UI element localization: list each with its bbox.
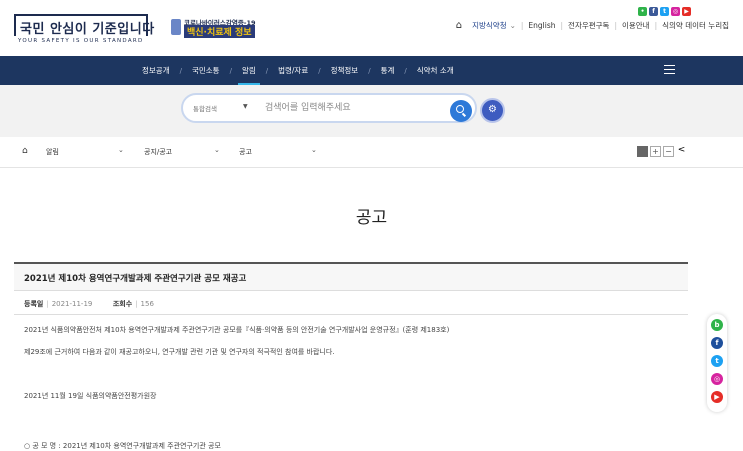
date-label: 등록일 (24, 300, 44, 308)
search-input[interactable] (265, 100, 445, 116)
post-date: 2021-11-19 (51, 300, 93, 308)
notice-line: ○ 공 모 명 : 2021년 제10차 용역연구개발과제 주관연구기관 공모 (24, 442, 221, 450)
post-body: 2021년 식품의약품안전처 제10차 용역연구개발과제 주관연구기관 공모를『… (14, 315, 688, 402)
nav-item-about[interactable]: 식약처 소개 (407, 65, 464, 76)
search-area: 통합검색 ▼ (0, 85, 743, 137)
nav-items: 정보공개 / 국민소통 / 알림 / 법령/자료 / 정책정보 / 통계 / 식… (132, 56, 464, 85)
util-link-english[interactable]: English (528, 21, 555, 30)
body-paragraph: 2021년 식품의약품안전처 제10차 용역연구개발과제 주관연구기관 공모를『… (24, 326, 450, 334)
site-logo[interactable]: 국민 안심이 기준입니다 YOUR SAFETY IS OUR STANDARD (14, 14, 154, 44)
post-title: 2021년 제10차 용역연구개발과제 주관연구기관 공모 재공고 (14, 262, 688, 291)
divider: | (654, 21, 658, 30)
twitter-icon[interactable]: t (660, 7, 669, 16)
nav-item-notice[interactable]: 알림 (232, 65, 266, 85)
breadcrumb-item-announcements[interactable]: 공지/공고 (144, 147, 172, 157)
breadcrumb: ⌂ 알림 ⌄ 공지/공고 ⌄ 공고 ⌄ + − < (0, 137, 743, 168)
home-icon[interactable]: ⌂ (22, 146, 28, 156)
print-icon[interactable] (637, 146, 648, 157)
post-meta: 등록일 | 2021-11-19 조회수 | 156 (14, 291, 688, 315)
vaccine-icon (171, 19, 181, 35)
main-nav: 정보공개 / 국민소통 / 알림 / 법령/자료 / 정책정보 / 통계 / 식… (0, 56, 743, 85)
util-link-email-subscribe[interactable]: 전자우편구독 (568, 20, 609, 31)
search-button[interactable] (450, 100, 472, 122)
youtube-icon[interactable]: ▶ (711, 391, 723, 403)
view-count: 156 (140, 300, 154, 308)
share-icon[interactable]: < (676, 146, 687, 157)
chevron-down-icon[interactable]: ⌄ (214, 146, 220, 154)
logo-slogan: YOUR SAFETY IS OUR STANDARD (18, 38, 144, 44)
blog-icon[interactable]: b (711, 319, 723, 331)
zoom-in-icon[interactable]: + (650, 146, 661, 157)
vaccine-campaign-banner[interactable]: 코로나바이러스감염증-19 백신·치료제 정보 (171, 16, 261, 38)
youtube-icon[interactable]: ▶ (682, 7, 691, 16)
search-box: 통합검색 ▼ (181, 93, 477, 123)
chevron-down-icon[interactable]: ⌄ (118, 146, 124, 154)
breadcrumb-item-notice[interactable]: 알림 (46, 147, 59, 157)
nav-item-policy[interactable]: 정책정보 (321, 65, 369, 76)
nav-item-info-disclosure[interactable]: 정보공개 (132, 65, 180, 76)
floating-share-bar: b f t ◎ ▶ (707, 314, 727, 412)
utility-menu: ⌂ 지방식약청 ⌄ | English | 전자우편구독 | 이용안내 | 식의… (456, 20, 729, 31)
divider: | (135, 300, 138, 308)
page-tools: + − < (637, 146, 687, 157)
nav-item-statistics[interactable]: 통계 (371, 65, 405, 76)
detailed-search-button[interactable]: ⚙ (480, 98, 505, 123)
instagram-icon[interactable]: ◎ (711, 373, 723, 385)
breadcrumb-item-public-notice[interactable]: 공고 (239, 147, 252, 157)
chat-icon[interactable]: • (638, 7, 647, 16)
instagram-icon[interactable]: ◎ (671, 7, 680, 16)
nav-item-public-communication[interactable]: 국민소통 (182, 65, 230, 76)
gear-icon: ⚙ (488, 104, 497, 115)
zoom-out-icon[interactable]: − (663, 146, 674, 157)
menu-icon[interactable] (664, 65, 675, 74)
caret-down-icon[interactable]: ▼ (243, 103, 248, 110)
social-links: • f t ◎ ▶ (638, 7, 691, 16)
body-paragraph: 2021년 11월 19일 식품의약품안전평가원장 (24, 392, 157, 400)
facebook-icon[interactable]: f (649, 7, 658, 16)
util-link-guide[interactable]: 이용안내 (622, 20, 650, 31)
top-header: 국민 안심이 기준입니다 YOUR SAFETY IS OUR STANDARD… (0, 0, 743, 56)
post-view: 2021년 제10차 용역연구개발과제 주관연구기관 공모 재공고 등록일 | 20… (14, 262, 688, 418)
nav-item-laws-data[interactable]: 법령/자료 (268, 65, 318, 76)
util-link-regional[interactable]: 지방식약청 (472, 20, 507, 31)
search-scope-select[interactable]: 통합검색 (193, 103, 217, 113)
page-title: 공고 (355, 208, 388, 228)
chevron-down-icon[interactable]: ⌄ (311, 146, 317, 154)
util-link-data-portal[interactable]: 식의약 데이터 누리집 (662, 20, 729, 31)
divider: | (520, 21, 524, 30)
body-paragraph: 제29조에 근거하여 다음과 같이 재공고하오니, 연구개발 관련 기관 및 연… (24, 348, 335, 356)
facebook-icon[interactable]: f (711, 337, 723, 349)
logo-text: 국민 안심이 기준입니다 (20, 22, 155, 37)
views-label: 조회수 (112, 300, 133, 308)
divider: | (46, 300, 49, 308)
search-icon (456, 105, 464, 113)
twitter-icon[interactable]: t (711, 355, 723, 367)
campaign-title: 백신·치료제 정보 (184, 25, 255, 38)
divider: | (614, 21, 617, 30)
divider: | (560, 21, 564, 30)
chevron-down-icon[interactable]: ⌄ (510, 21, 516, 30)
home-icon[interactable]: ⌂ (456, 20, 462, 31)
